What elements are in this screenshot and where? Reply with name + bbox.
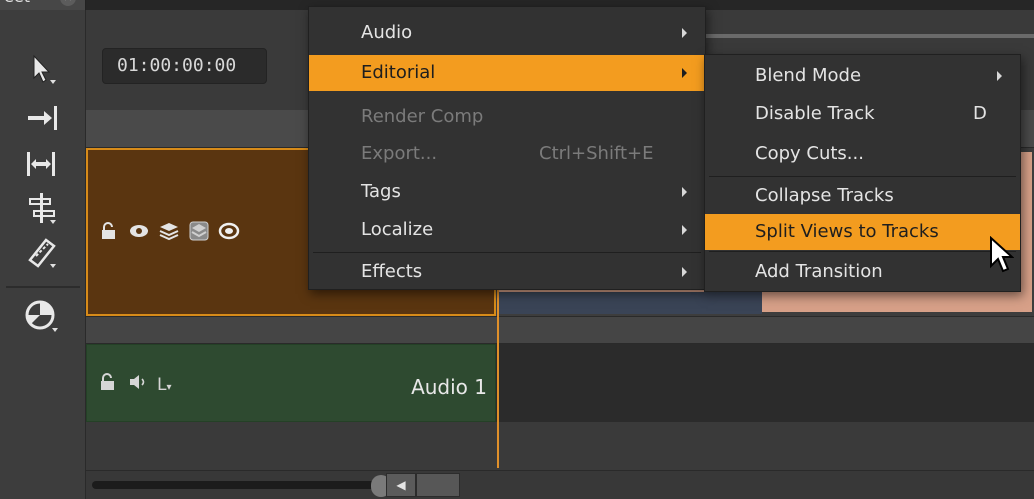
audio-track-name: Audio 1 xyxy=(411,375,487,399)
submenu-item-collapse-tracks[interactable]: Collapse Tracks xyxy=(705,178,1020,214)
submenu-item-split-views-to-tracks[interactable]: Split Views to Tracks xyxy=(705,214,1020,250)
audio-track-header[interactable]: L▾ Audio 1 xyxy=(86,344,496,422)
context-menu: Audio Editorial Render Comp Export... Ct… xyxy=(308,6,706,290)
timeline-top-divider xyxy=(706,34,1034,38)
menu-item-label: Editorial xyxy=(361,62,436,83)
tab-sheet[interactable]: eet × xyxy=(0,0,86,10)
zoom-slider-track[interactable] xyxy=(92,481,382,489)
mute-icon[interactable] xyxy=(218,220,240,242)
menu-item-label: Disable Track xyxy=(755,103,875,124)
timeline-toolbar xyxy=(0,10,86,499)
scroll-left-button[interactable]: ◀ xyxy=(386,473,416,497)
menu-divider xyxy=(709,251,1016,252)
eye-icon[interactable] xyxy=(128,220,150,242)
tab-label: eet xyxy=(4,0,30,6)
scroll-grip[interactable] xyxy=(416,473,460,497)
playhead[interactable] xyxy=(497,290,499,468)
menu-item-audio[interactable]: Audio xyxy=(309,15,705,51)
toolbar-divider xyxy=(6,286,80,288)
align-tool-button[interactable] xyxy=(14,188,70,228)
submenu-arrow-icon xyxy=(682,187,687,197)
menu-item-shortcut: Ctrl+Shift+E xyxy=(539,143,654,164)
mouse-cursor-icon xyxy=(990,236,1014,273)
submenu-arrow-icon xyxy=(997,71,1002,81)
viewer-wipe-tool-button[interactable] xyxy=(14,296,70,336)
lock-icon[interactable] xyxy=(97,371,119,398)
submenu-arrow-icon xyxy=(682,267,687,277)
menu-item-effects[interactable]: Effects xyxy=(309,254,705,290)
align-tracks-icon xyxy=(29,193,56,224)
menu-item-label: Tags xyxy=(361,181,401,202)
menu-item-shortcut: D xyxy=(973,103,987,124)
menu-item-label: Localize xyxy=(361,219,434,240)
speaker-icon[interactable] xyxy=(127,371,149,398)
select-arrow-icon xyxy=(33,54,56,84)
menu-item-label: Collapse Tracks xyxy=(755,185,894,206)
lock-icon[interactable] xyxy=(98,220,120,242)
menu-item-export[interactable]: Export... Ctrl+Shift+E xyxy=(309,136,705,172)
clip-thumbnail xyxy=(498,292,762,314)
timecode-display[interactable]: 01:00:00:00 xyxy=(102,48,267,84)
audio-track-controls: L▾ xyxy=(97,371,172,398)
submenu-item-add-transition[interactable]: Add Transition xyxy=(705,254,1020,290)
chevron-left-icon: ◀ xyxy=(396,478,406,492)
audio-channel-dropdown[interactable]: L▾ xyxy=(157,375,172,395)
tab-close-icon[interactable]: × xyxy=(60,0,76,6)
submenu-item-blend-mode[interactable]: Blend Mode xyxy=(705,58,1020,94)
track-separator xyxy=(86,316,1034,344)
nuke-studio-timeline: eet × xyxy=(0,0,1034,499)
menu-item-render-comp[interactable]: Render Comp xyxy=(309,99,705,135)
menu-item-tags[interactable]: Tags xyxy=(309,174,705,210)
razor-icon xyxy=(28,238,56,268)
menu-item-label: Audio xyxy=(361,22,413,43)
menu-item-localize[interactable]: Localize xyxy=(309,212,705,248)
menu-item-label: Export... xyxy=(361,143,438,164)
menu-item-label: Copy Cuts... xyxy=(755,143,864,164)
track-forward-icon xyxy=(28,106,57,130)
slip-tool-button[interactable] xyxy=(14,144,70,184)
menu-item-editorial[interactable]: Editorial xyxy=(309,55,705,91)
menu-item-label: Render Comp xyxy=(361,106,484,127)
horizontal-scrollbar[interactable]: ◀ xyxy=(86,470,1034,499)
submenu-arrow-icon xyxy=(682,28,687,38)
submenu-arrow-icon xyxy=(682,225,687,235)
select-tool-button[interactable] xyxy=(14,50,70,90)
menu-divider xyxy=(709,176,1016,177)
layers-icon[interactable] xyxy=(158,220,180,242)
slip-clip-icon xyxy=(27,152,55,176)
menu-item-label: Effects xyxy=(361,261,423,282)
video-track-controls xyxy=(98,220,240,242)
submenu-item-disable-track[interactable]: Disable Track D xyxy=(705,96,1020,132)
razor-tool-button[interactable] xyxy=(14,232,70,272)
menu-item-label: Split Views to Tracks xyxy=(755,221,939,242)
submenu-item-copy-cuts[interactable]: Copy Cuts... xyxy=(705,136,1020,172)
submenu-arrow-icon xyxy=(682,68,687,78)
editorial-submenu: Blend Mode Disable Track D Copy Cuts... … xyxy=(704,54,1021,292)
menu-item-label: Add Transition xyxy=(755,261,883,282)
viewer-wipe-icon xyxy=(25,300,58,332)
blend-icon[interactable] xyxy=(188,220,210,242)
menu-item-label: Blend Mode xyxy=(755,65,862,86)
menu-divider xyxy=(313,252,701,253)
audio-track-lane[interactable] xyxy=(496,344,1034,422)
chevron-down-icon: ▾ xyxy=(166,381,172,393)
track-forward-tool-button[interactable] xyxy=(14,98,70,138)
